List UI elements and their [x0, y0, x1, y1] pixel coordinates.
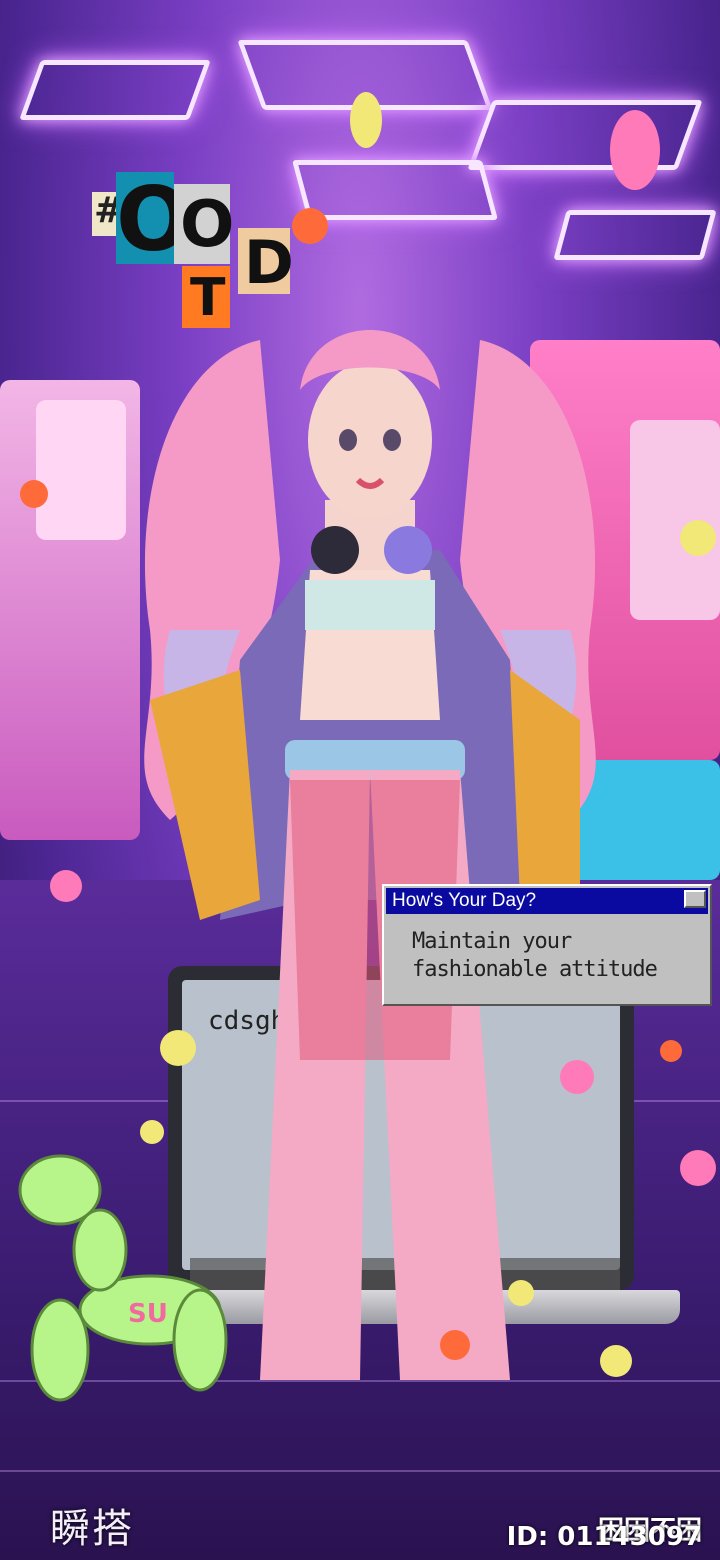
- floor-line: [0, 1470, 720, 1472]
- neon-light: [19, 60, 211, 120]
- confetti: [508, 1280, 534, 1306]
- neon-light: [291, 160, 499, 220]
- ootd-letter-d: D: [244, 228, 294, 298]
- neon-light: [467, 100, 703, 170]
- confetti: [160, 1030, 196, 1066]
- confetti: [50, 870, 82, 902]
- confetti: [20, 480, 48, 508]
- confetti: [560, 1060, 594, 1094]
- dialog-line-1: Maintain your: [412, 929, 572, 954]
- confetti: [660, 1040, 682, 1062]
- balloon-dog: SU: [18, 1154, 228, 1402]
- confetti: [140, 1120, 164, 1144]
- dialog-close-button[interactable]: [684, 890, 706, 908]
- confetti: [600, 1345, 632, 1377]
- confetti: [680, 520, 716, 556]
- ootd-letter-t: T: [190, 268, 226, 328]
- arcade-screen: [630, 420, 720, 620]
- dialog-title: How's Your Day?: [386, 888, 708, 914]
- confetti: [680, 1150, 716, 1186]
- brand-logo: 瞬搭: [50, 1506, 134, 1552]
- confetti: [292, 208, 328, 244]
- game-scene: cdsgh 09 SU # O O T D How's Your Day? Ma…: [0, 0, 720, 1560]
- dialog-window: How's Your Day? Maintain your fashionabl…: [382, 884, 712, 1006]
- confetti: [350, 92, 382, 148]
- neon-light: [553, 210, 717, 260]
- user-id: ID: 01143097: [506, 1522, 702, 1552]
- dialog-line-2: fashionable attitude: [412, 957, 658, 982]
- dialog-body: Maintain your fashionable attitude: [412, 928, 658, 984]
- confetti: [440, 1330, 470, 1360]
- balloon-dog-text: SU: [128, 1299, 168, 1329]
- ootd-hashtag: # O O T D: [92, 168, 294, 342]
- ootd-letter-o2: O: [180, 188, 235, 262]
- confetti: [610, 110, 660, 190]
